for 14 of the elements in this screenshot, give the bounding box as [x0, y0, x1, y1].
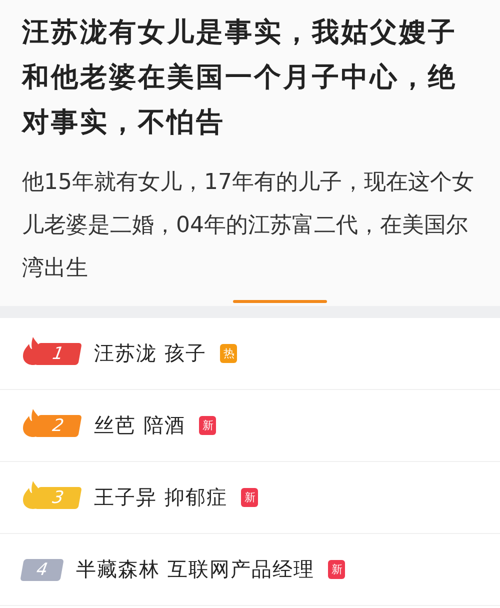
rank-badge: 3: [34, 486, 82, 508]
topic-text: 半藏森林 互联网产品经理: [76, 556, 314, 583]
post-title: 汪苏泷有女儿是事实，我姑父嫂子和他老婆在美国一个月子中心，绝对事实，不怕告: [22, 16, 458, 140]
topic-text: 汪苏泷 孩子: [94, 340, 206, 367]
tag-label: 新: [241, 488, 258, 507]
rank-badge: 4: [20, 558, 64, 580]
topic-text: 王子异 抑郁症: [94, 484, 228, 511]
post-body: 他15年就有女儿，17年有的儿子，现在这个女儿老婆是二婚，04年的江苏富二代，在美国尔湾出生: [22, 169, 475, 283]
rank-badge: 2: [34, 414, 82, 436]
tag-label: 热: [220, 344, 238, 363]
tag-label: 新: [328, 560, 346, 579]
topic-text: 丝芭 陪酒: [94, 412, 186, 439]
rank-badge: 1: [34, 342, 82, 364]
tag-label: 新: [199, 416, 216, 435]
